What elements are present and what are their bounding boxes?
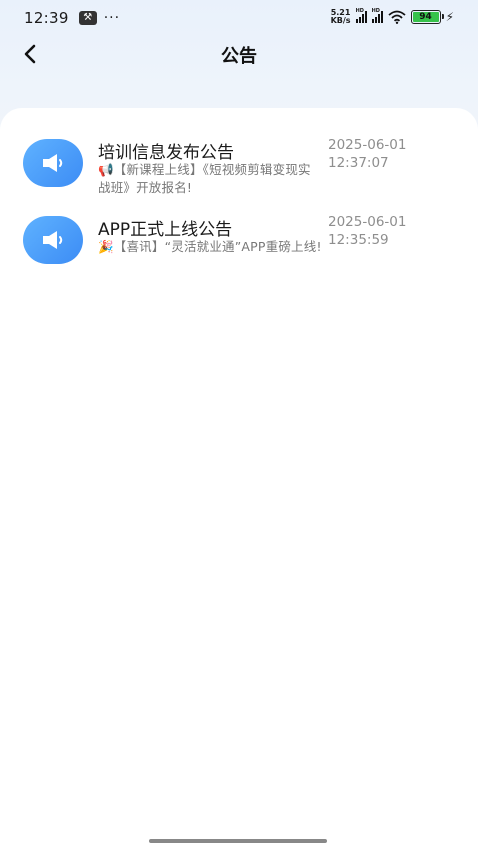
signal-icon: HD (355, 8, 367, 23)
battery-level: 94 (412, 12, 439, 22)
notice-date: 2025-06-01 (328, 137, 407, 153)
status-indicators: 5.21 KB/s HD HD 94 ⚡ (331, 8, 454, 25)
charging-icon: ⚡ (445, 10, 454, 24)
wifi-icon (387, 10, 406, 24)
status-bar: 12:39 ⚒ ··· 5.21 KB/s HD HD 94 ⚡ (0, 0, 478, 36)
battery-icon: 94 (410, 10, 444, 24)
page-title: 公告 (221, 46, 257, 67)
signal-icon-2: HD (371, 8, 383, 23)
megaphone-icon (23, 139, 83, 187)
more-notifications-icon: ··· (103, 10, 121, 26)
notice-timestamp: 2025-06-01 12:37:07 (328, 136, 406, 172)
network-speed-unit: KB/s (330, 16, 351, 25)
notice-emoji: 📢 (98, 162, 114, 177)
notice-list: 培训信息发布公告 📢【新课程上线】《短视频剪辑变现实战班》开放报名! 2025-… (0, 108, 478, 850)
wrench-icon: ⚒ (78, 11, 97, 25)
notice-description-text: 【喜讯】“灵活就业通”APP重磅上线! (113, 239, 322, 254)
notice-description-text: 【新课程上线】《短视频剪辑变现实战班》开放报名! (98, 162, 311, 195)
network-speed: 5.21 KB/s (331, 9, 351, 25)
notice-title: 培训信息发布公告 (98, 143, 234, 163)
notice-time: 12:35:59 (328, 232, 389, 248)
nav-bar: 公告 (0, 36, 478, 72)
notice-item[interactable]: APP正式上线公告 🎉【喜讯】“灵活就业通”APP重磅上线! 2025-06-0… (0, 213, 478, 282)
signal-hd-label: HD (355, 8, 364, 14)
megaphone-icon (23, 216, 83, 264)
notice-item[interactable]: 培训信息发布公告 📢【新课程上线】《短视频剪辑变现实战班》开放报名! 2025-… (0, 136, 478, 205)
notice-date: 2025-06-01 (328, 214, 407, 230)
home-indicator[interactable] (149, 839, 327, 843)
notice-description: 🎉【喜讯】“灵活就业通”APP重磅上线! (98, 238, 322, 256)
notice-timestamp: 2025-06-01 12:35:59 (328, 213, 406, 249)
notice-title: APP正式上线公告 (98, 220, 233, 240)
notice-emoji: 🎉 (98, 239, 114, 254)
signal-hd-label-2: HD (371, 8, 380, 14)
status-time: 12:39 (24, 9, 69, 27)
notice-time: 12:37:07 (328, 155, 389, 171)
notice-description: 📢【新课程上线】《短视频剪辑变现实战班》开放报名! (98, 161, 322, 197)
